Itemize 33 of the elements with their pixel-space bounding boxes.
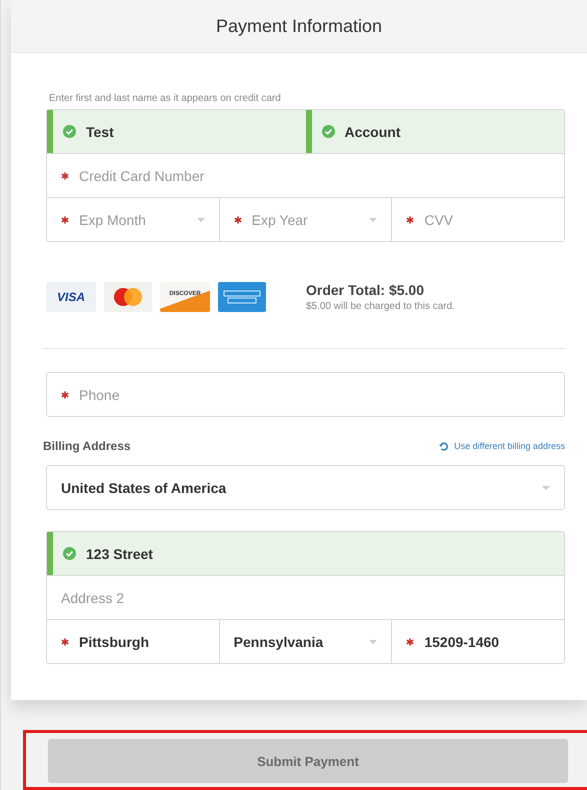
required-icon	[406, 216, 414, 224]
required-icon	[406, 638, 414, 646]
billing-label: Billing Address	[43, 439, 131, 453]
different-address-link[interactable]: Use different billing address	[439, 441, 565, 451]
card-logo	[217, 282, 267, 312]
select-field[interactable]: United States of America	[47, 466, 564, 509]
input-field[interactable]: Account	[306, 110, 564, 153]
input-field[interactable]: CVV	[391, 198, 564, 241]
check-icon	[63, 547, 76, 560]
input-field[interactable]: 123 Street	[47, 532, 564, 575]
charge-note: $5.00 will be charged to this card.	[306, 301, 455, 312]
name-hint: Enter first and last name as it appears on credit card	[48, 93, 282, 104]
select-field[interactable]: Exp Month	[47, 198, 219, 241]
required-icon	[234, 216, 242, 224]
form-title: Payment Information	[216, 16, 382, 36]
input-field[interactable]: Test	[47, 110, 306, 153]
required-icon	[61, 172, 69, 180]
input-field[interactable]: Phone	[47, 373, 564, 416]
select-field[interactable]: Pennsylvania	[218, 620, 392, 663]
card-logo	[103, 282, 153, 312]
check-icon	[63, 125, 76, 138]
check-icon	[322, 125, 334, 138]
input-field[interactable]: Pittsburgh	[47, 620, 219, 663]
input-field[interactable]: Address 2	[47, 576, 564, 619]
input-field[interactable]: 15209-1460	[391, 620, 564, 663]
card-logo: VISA	[46, 282, 96, 312]
select-field[interactable]: Exp Year	[218, 198, 392, 241]
required-icon	[61, 638, 69, 646]
refresh-icon	[439, 441, 450, 451]
required-icon	[61, 390, 69, 398]
input-field[interactable]: Credit Card Number	[47, 154, 564, 197]
order-total: Order Total: $5.00	[306, 282, 426, 298]
required-icon	[61, 216, 69, 224]
